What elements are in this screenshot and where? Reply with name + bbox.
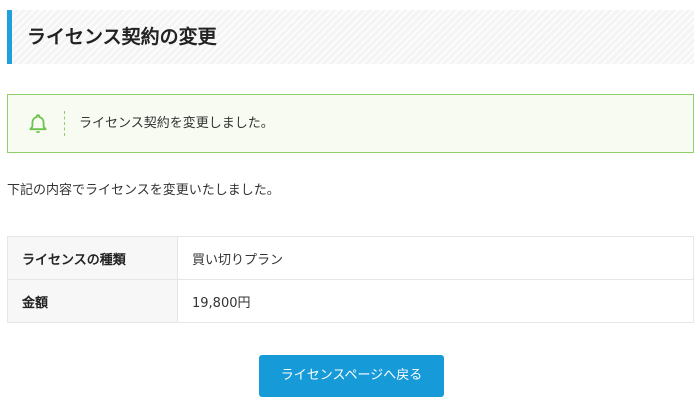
license-details-table: ライセンスの種類 買い切りプラン 金額 19,800円: [7, 236, 694, 323]
page-header: ライセンス契約の変更: [7, 10, 694, 64]
table-row-amount: 金額 19,800円: [7, 279, 694, 323]
table-row-license-type: ライセンスの種類 買い切りプラン: [7, 236, 694, 280]
notice-message: ライセンス契約を変更しました。: [79, 116, 274, 131]
amount-label: 金額: [7, 279, 178, 323]
success-notice: ライセンス契約を変更しました。: [7, 94, 694, 153]
amount-value: 19,800円: [177, 279, 694, 323]
description-text: 下記の内容でライセンスを変更いたしました。: [7, 183, 280, 198]
back-to-license-page-button[interactable]: ライセンスページへ戻る: [259, 355, 444, 397]
license-type-label: ライセンスの種類: [7, 236, 178, 280]
page-title: ライセンス契約の変更: [27, 26, 217, 48]
license-type-value: 買い切りプラン: [177, 236, 694, 280]
notice-divider: [64, 111, 65, 136]
bell-icon: [26, 112, 50, 136]
page: ライセンス契約の変更 ライセンス契約を変更しました。 下記の内容でライセンスを変…: [0, 0, 700, 415]
